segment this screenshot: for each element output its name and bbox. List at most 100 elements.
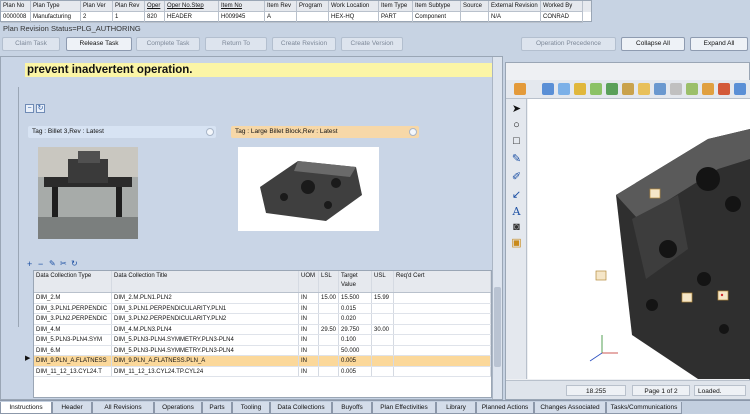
table-column-header[interactable]: LSL [319, 271, 339, 292]
refresh-icon[interactable]: ↻ [36, 104, 45, 113]
box-zoom-icon[interactable] [638, 83, 650, 95]
arrow-icon[interactable]: ↙ [510, 189, 523, 202]
table-cell: DIM_3.PLN2.PERPENDICULARITY.PLN2 [112, 314, 299, 324]
highlighter-icon[interactable]: ✐ [510, 171, 523, 184]
table-row[interactable]: DIM_11_12_13.CYL24.T DIM_11_12_13.CYL24.T… [34, 366, 491, 377]
header-column[interactable]: External Revision [489, 1, 541, 12]
remove-row-icon[interactable]: − [38, 259, 43, 269]
header-column[interactable]: Plan Rev [113, 1, 145, 12]
table-cell: DIM_4.M [34, 324, 112, 334]
table-column-header[interactable]: USL [372, 271, 394, 292]
section-icon[interactable] [654, 83, 666, 95]
table-cell: 15.99 [372, 293, 394, 303]
pen-icon[interactable]: ✎ [510, 153, 523, 166]
table-row[interactable]: DIM_3.PLN2.PERPENDIC DIM_3.PLN2.PERPENDIC… [34, 314, 491, 325]
header-column[interactable]: Item No [219, 1, 265, 12]
table-row[interactable]: DIM_4.M DIM_4.M.PLN3.PLN4 IN 29.50 29.750 30.… [34, 324, 491, 335]
header-grid-values[interactable]: 0000008 Manufacturing 2 1 820 HEADER H009945 A H… [1, 12, 591, 23]
edit-icon[interactable]: ✎ [49, 259, 56, 268]
create-version-button[interactable]: Create Version [341, 37, 403, 51]
table-row[interactable]: DIM_6.M DIM_5.PLN3-PLN4.SYMMETRY.PLN3-PLN… [34, 345, 491, 356]
refresh-icon[interactable]: ↻ [71, 259, 78, 268]
header-column[interactable]: Plan Type [31, 1, 81, 12]
claim-task-button[interactable]: Claim Task [2, 37, 60, 51]
camera-icon[interactable]: ◙ [510, 221, 523, 234]
table-column-header[interactable]: Data Collection Type [34, 271, 112, 292]
tab-tooling[interactable]: Tooling [232, 402, 270, 414]
tag-billet-3[interactable]: Tag : Billet 3,Rev : Latest [28, 126, 216, 138]
tab-tasks-communications[interactable]: Tasks/Communications [606, 402, 682, 414]
zoom-icon[interactable] [622, 83, 634, 95]
complete-task-button[interactable]: Complete Task [136, 37, 200, 51]
header-column[interactable]: Plan Ver [81, 1, 113, 12]
tab-all-revisions[interactable]: All Revisions [92, 402, 154, 414]
expand-all-button[interactable]: Expand All [690, 37, 748, 51]
table-row[interactable]: DIM_3.PLN1.PERPENDIC DIM_3.PLN1.PERPENDIC… [34, 303, 491, 314]
header-column[interactable]: Oper [145, 1, 165, 12]
expand-icon[interactable] [409, 128, 417, 136]
cut-icon[interactable]: ✂ [60, 259, 67, 268]
expand-icon[interactable] [206, 128, 214, 136]
header-column[interactable]: Item Type [379, 1, 413, 12]
table-cell: 0.005 [339, 356, 372, 366]
pointer-icon[interactable]: ➤ [510, 103, 523, 116]
header-value: HEX-HQ [329, 12, 379, 23]
header-column[interactable]: Worked By [541, 1, 583, 12]
note-icon[interactable]: ▣ [510, 237, 523, 250]
tab-header[interactable]: Header [52, 402, 92, 414]
color-icon[interactable] [718, 83, 730, 95]
markup-icon[interactable] [686, 83, 698, 95]
table-cell: 0.020 [339, 314, 372, 324]
view-cube-icon[interactable] [702, 83, 714, 95]
table-column-header[interactable]: UOM [299, 271, 319, 292]
table-column-header[interactable]: Req'd Cert [394, 271, 491, 292]
fit-icon[interactable] [590, 83, 602, 95]
table-row[interactable]: DIM_2.M DIM_2.M.PLN1.PLN2 IN 15.00 15.500 15.… [34, 293, 491, 304]
model-3d-view[interactable] [528, 99, 750, 379]
tab-operations[interactable]: Operations [154, 402, 202, 414]
tag-large-billet-block-label: Tag : Large Billet Block,Rev : Latest [235, 128, 338, 135]
header-column[interactable]: Program [297, 1, 329, 12]
tab-changes-associated[interactable]: Changes Associated [534, 402, 606, 414]
text-icon[interactable]: A [510, 205, 523, 218]
header-column[interactable]: Oper No.Step [165, 1, 219, 12]
rotate-icon[interactable] [606, 83, 618, 95]
tag-large-billet-block[interactable]: Tag : Large Billet Block,Rev : Latest [231, 126, 419, 138]
table-column-header[interactable]: Target Value [339, 271, 372, 292]
tab-library[interactable]: Library [436, 402, 476, 414]
settings-icon[interactable] [734, 83, 746, 95]
home-icon[interactable] [514, 83, 526, 95]
header-column[interactable]: Source [461, 1, 489, 12]
return-to-button[interactable]: Return To [205, 37, 267, 51]
rectangle-icon[interactable]: □ [510, 135, 523, 148]
header-column[interactable]: Work Location [329, 1, 379, 12]
pan-icon[interactable] [574, 83, 586, 95]
tab-parts[interactable]: Parts [202, 402, 232, 414]
header-column[interactable]: Plan No [1, 1, 31, 12]
cut-icon[interactable] [558, 83, 570, 95]
collapse-section-button[interactable]: − [25, 104, 34, 113]
tab-planned-actions[interactable]: Planned Actions [476, 402, 534, 414]
header-value: H009945 [219, 12, 265, 23]
billet-block-render[interactable] [238, 147, 379, 231]
cursor-icon[interactable] [542, 83, 554, 95]
collapse-all-button[interactable]: Collapse All [621, 37, 685, 51]
table-column-header[interactable]: Data Collection Title [112, 271, 299, 292]
operation-precedence-button[interactable]: Operation Precedence [521, 37, 616, 51]
tab-plan-effectivities[interactable]: Plan Effectivities [372, 402, 436, 414]
scrollbar-thumb[interactable] [494, 287, 501, 367]
tab-buyoffs[interactable]: Buyoffs [332, 402, 372, 414]
header-column[interactable]: Item Subtype [413, 1, 461, 12]
table-row[interactable]: DIM_5.PLN3-PLN4.SYM DIM_5.PLN3-PLN4.SYMME… [34, 335, 491, 346]
header-column[interactable]: Item Rev [265, 1, 297, 12]
release-task-button[interactable]: Release Task [66, 37, 132, 51]
circle-icon[interactable]: ○ [510, 119, 523, 132]
tab-instructions[interactable]: Instructions [0, 402, 52, 414]
billet-fixture-photo[interactable] [38, 147, 138, 239]
tab-data-collections[interactable]: Data Collections [270, 402, 332, 414]
table-row[interactable]: DIM_9.PLN_A.FLATNESS DIM_9.PLN_A.FLATNESS… [34, 356, 491, 367]
create-revision-button[interactable]: Create Revision [272, 37, 336, 51]
vertical-scrollbar[interactable] [492, 57, 502, 399]
measure-icon[interactable] [670, 83, 682, 95]
add-row-icon[interactable]: + [27, 259, 32, 269]
